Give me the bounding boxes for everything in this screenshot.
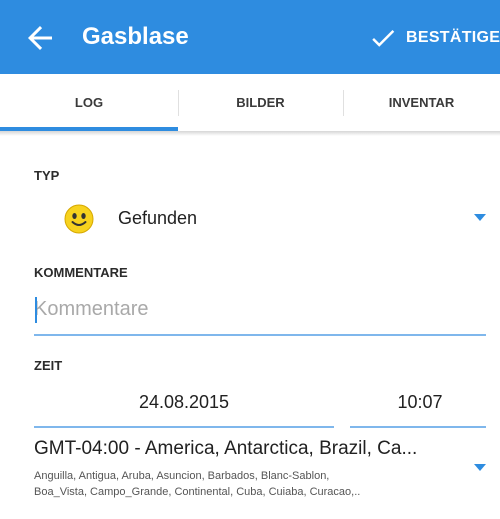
page-title: Gasblase: [82, 23, 189, 50]
comment-underline: [34, 334, 486, 336]
text-cursor: [35, 297, 37, 323]
timezone-regions-line1: Anguilla, Antigua, Aruba, Asuncion, Barb…: [34, 470, 330, 482]
time-underline: [350, 426, 486, 428]
smiley-icon: [64, 204, 94, 234]
time-field[interactable]: 10:07: [360, 392, 480, 413]
dropdown-arrow-icon: [474, 214, 486, 221]
comment-input[interactable]: [34, 293, 486, 325]
tab-bilder[interactable]: BILDER: [178, 74, 343, 130]
tab-inventar[interactable]: INVENTAR: [343, 74, 500, 130]
timezone-title: GMT-04:00 - America, Antarctica, Brazil,…: [34, 438, 418, 459]
dropdown-arrow-icon: [474, 464, 486, 471]
checkmark-icon: [372, 30, 395, 47]
type-select[interactable]: Gefunden: [60, 200, 500, 238]
comment-section-label: KOMMENTARE: [34, 265, 128, 280]
date-field[interactable]: 24.08.2015: [34, 392, 334, 413]
timezone-regions-line2: Boa_Vista, Campo_Grande, Continental, Cu…: [34, 486, 361, 498]
type-value: Gefunden: [118, 208, 198, 228]
time-section-label: ZEIT: [34, 358, 63, 373]
app-bar: Gasblase BESTÄTIGEN: [0, 0, 500, 74]
back-arrow-icon[interactable]: [22, 20, 58, 56]
confirm-button-label: BESTÄTIGEN: [406, 29, 500, 46]
type-section-label: TYP: [34, 168, 60, 183]
confirm-button[interactable]: BESTÄTIGEN: [368, 16, 500, 60]
tab-bar-shadow: [0, 131, 500, 136]
tab-bar: LOG BILDER INVENTAR: [0, 74, 500, 130]
date-underline: [34, 426, 334, 428]
timezone-select[interactable]: GMT-04:00 - America, Antarctica, Brazil,…: [34, 438, 500, 508]
tab-log[interactable]: LOG: [0, 74, 178, 130]
